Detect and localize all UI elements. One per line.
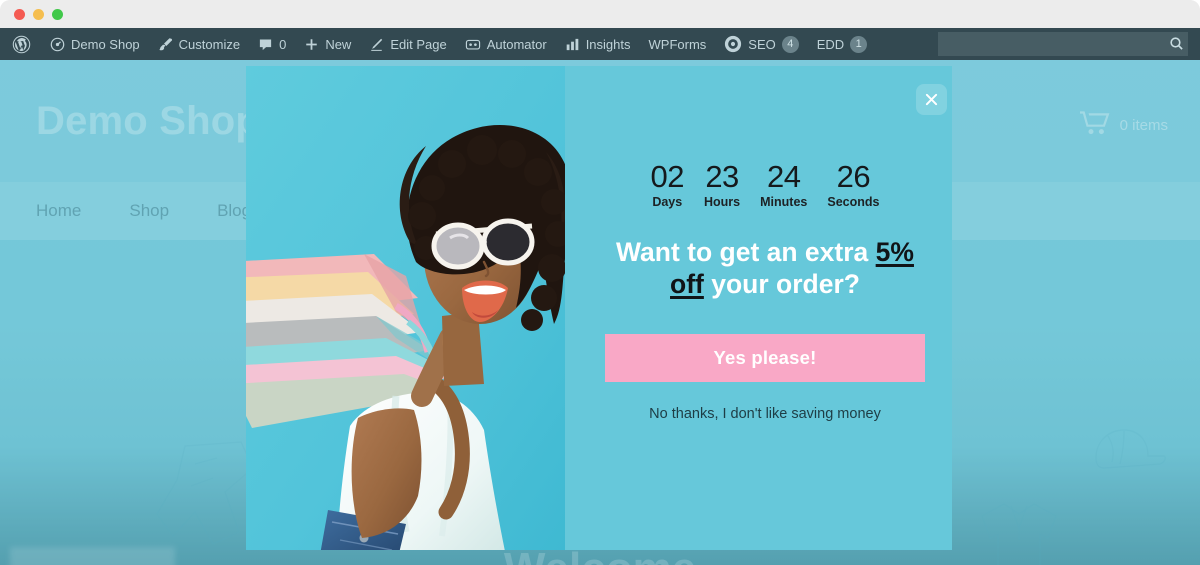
countdown-seconds-value: 26 [836, 159, 871, 194]
countdown-seconds-label: Seconds [827, 194, 880, 209]
headline-lead: Want to get an extra [616, 236, 876, 267]
popup-content: 02 Days 23 Hours 24 Minutes 26 Seconds W… [565, 66, 952, 550]
countdown-days-value: 02 [650, 159, 685, 194]
countdown-hours-label: Hours [704, 194, 741, 209]
countdown-unit-days: 02 Days [650, 159, 685, 209]
close-window-button[interactable] [14, 9, 25, 20]
countdown-unit-seconds: 26 Seconds [827, 159, 880, 209]
countdown-minutes-label: Minutes [760, 194, 808, 209]
headline-tail: your order? [703, 268, 860, 299]
page-viewport: Demo Shop Customize 0 New Edit Page Auto… [0, 28, 1200, 565]
popup-overlay[interactable]: 02 Days 23 Hours 24 Minutes 26 Seconds W… [0, 28, 1200, 565]
decline-offer-link[interactable]: No thanks, I don't like saving money [605, 406, 925, 422]
countdown-minutes-value: 24 [767, 159, 801, 194]
countdown-unit-minutes: 24 Minutes [760, 159, 808, 209]
browser-window: Demo Shop Customize 0 New Edit Page Auto… [0, 0, 1200, 565]
maximize-window-button[interactable] [52, 9, 63, 20]
browser-titlebar [0, 0, 1200, 28]
close-icon[interactable] [916, 84, 947, 115]
window-controls [14, 9, 63, 20]
countdown-timer: 02 Days 23 Hours 24 Minutes 26 Seconds [605, 159, 925, 209]
accept-offer-button[interactable]: Yes please! [605, 334, 925, 383]
popup-hero-image [246, 66, 565, 550]
popup-headline: Want to get an extra 5% off your order? [605, 236, 925, 301]
countdown-days-label: Days [652, 194, 683, 209]
countdown-hours-value: 23 [705, 159, 739, 194]
minimize-window-button[interactable] [33, 9, 44, 20]
countdown-unit-hours: 23 Hours [704, 159, 741, 209]
discount-popup-modal: 02 Days 23 Hours 24 Minutes 26 Seconds W… [246, 66, 952, 550]
